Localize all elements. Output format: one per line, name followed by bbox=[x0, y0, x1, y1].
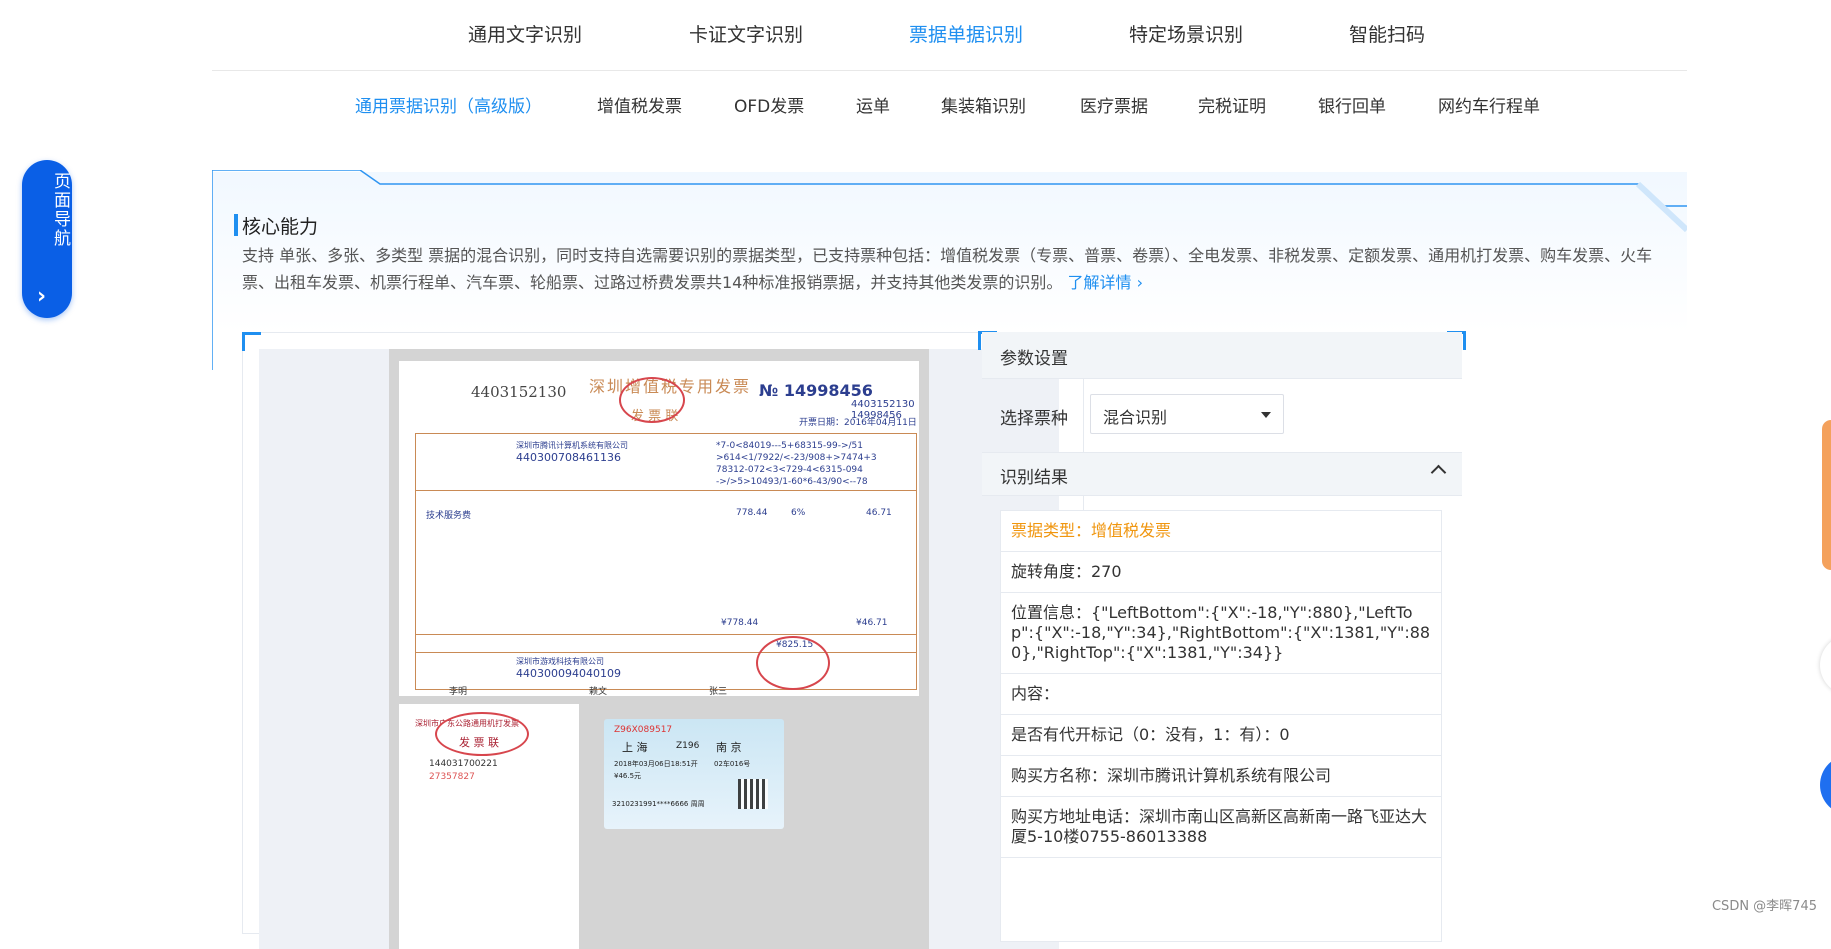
qr-code-icon bbox=[738, 779, 768, 809]
item-tax: 46.71 bbox=[866, 508, 892, 518]
learn-more-link[interactable]: 了解详情 › bbox=[1067, 273, 1143, 292]
result-header[interactable]: 识别结果 bbox=[982, 452, 1462, 496]
subtab-medical[interactable]: 医疗票据 bbox=[1080, 92, 1148, 117]
parameter-panel: 参数设置 选择票种 混合识别 识别结果 票据类型：增值税发票 旋转角度：270 … bbox=[978, 331, 1466, 942]
oval-stamp bbox=[619, 377, 685, 423]
side-widget-white[interactable] bbox=[1820, 635, 1831, 695]
drawer: 张三 bbox=[709, 687, 728, 697]
invoice-date: 开票日期：2016年04月11日 bbox=[799, 418, 917, 428]
subtab-ofd-invoice[interactable]: OFD发票 bbox=[734, 92, 804, 117]
tab-bill-ocr[interactable]: 票据单据识别 bbox=[909, 20, 1023, 47]
tab-card-ocr[interactable]: 卡证文字识别 bbox=[689, 20, 803, 47]
watermark: CSDN @李晖745 bbox=[1711, 899, 1817, 914]
section-title: 核心能力 bbox=[234, 212, 318, 239]
section-description: 支持 单张、多张、多类型 票据的混合识别，同时支持自选需要识别的票据类型，已支持… bbox=[242, 246, 1653, 292]
side-widget-blue[interactable] bbox=[1820, 755, 1831, 815]
chevron-up-icon[interactable] bbox=[1430, 464, 1447, 481]
highway-receipt-image: 深圳市广东公路通用机打发票 发 票 联 144031700221 2735782… bbox=[399, 704, 579, 949]
title-accent-bar bbox=[234, 214, 238, 236]
reviewer: 赖文 bbox=[589, 687, 608, 697]
parameter-header: 参数设置 bbox=[982, 332, 1462, 379]
invoice-number: № 14998456 bbox=[759, 381, 873, 400]
result-rotation: 旋转角度：270 bbox=[1001, 552, 1441, 593]
item-tax-rate: 6% bbox=[791, 508, 806, 518]
result-content: 内容： bbox=[1001, 674, 1441, 715]
payee: 李明 bbox=[449, 687, 468, 697]
caret-down-icon bbox=[1261, 412, 1271, 418]
tab-scene-ocr[interactable]: 特定场景识别 bbox=[1129, 20, 1243, 47]
seller-info: 深圳市游戏科技有限公司 440300094040109 bbox=[516, 657, 621, 680]
result-position: 位置信息：{"LeftBottom":{"X":-18,"Y":880},"Le… bbox=[1001, 593, 1441, 674]
subtab-ride-itinerary[interactable]: 网约车行程单 bbox=[1438, 92, 1540, 117]
sample-image-area: 4403152130 深圳增值税专用发票 发 票 联 № 14998456 44… bbox=[259, 349, 1059, 949]
subtab-vat-invoice[interactable]: 增值税发票 bbox=[597, 92, 682, 117]
page-nav-button[interactable]: 页面导航 › bbox=[22, 160, 72, 318]
invoice-code: 4403152130 bbox=[471, 383, 567, 401]
top-tab-bar: 通用文字识别 卡证文字识别 票据单据识别 特定场景识别 智能扫码 bbox=[0, 0, 1831, 70]
subtab-waybill[interactable]: 运单 bbox=[856, 92, 890, 117]
total-amount: ¥778.44 bbox=[721, 618, 759, 628]
result-proxy-flag: 是否有代开标记（0：没有，1：有）：0 bbox=[1001, 715, 1441, 756]
result-buyer-address: 购买方地址电话：深圳市南山区高新区高新南一路飞亚达大厦5-10楼0755-860… bbox=[1001, 797, 1441, 858]
buyer-info: 深圳市腾讯计算机系统有限公司 440300708461136 bbox=[516, 441, 628, 464]
subtab-bank-receipt[interactable]: 银行回单 bbox=[1318, 92, 1386, 117]
chevron-right-icon: › bbox=[37, 284, 47, 309]
item-name: 技术服务费 bbox=[426, 511, 472, 521]
result-bill-type: 票据类型：增值税发票 bbox=[1001, 511, 1441, 552]
sample-image-panel[interactable]: 4403152130 深圳增值税专用发票 发 票 联 № 14998456 44… bbox=[242, 332, 1084, 949]
core-capability-section: 核心能力 支持 单张、多张、多类型 票据的混合识别，同时支持自选需要识别的票据类… bbox=[212, 170, 1687, 949]
page-nav-label: 页面导航 bbox=[50, 172, 70, 248]
total-tax: ¥46.71 bbox=[856, 618, 888, 628]
invoice-table: 深圳市腾讯计算机系统有限公司 440300708461136 *7-0<8401… bbox=[415, 433, 917, 690]
train-ticket-image: Z96X089517 上 海 Z196 南 京 2018年03月06日18:51… bbox=[604, 719, 784, 829]
subtab-container[interactable]: 集装箱识别 bbox=[941, 92, 1026, 117]
vat-invoice-image: 4403152130 深圳增值税专用发票 发 票 联 № 14998456 44… bbox=[399, 361, 919, 697]
tab-general-ocr[interactable]: 通用文字识别 bbox=[468, 20, 582, 47]
sub-tab-bar: 通用票据识别（高级版） 增值税发票 OFD发票 运单 集装箱识别 医疗票据 完税… bbox=[0, 72, 1831, 132]
crypto-area: *7-0<84019---5+68315-99->/51 >614<1/7922… bbox=[716, 441, 877, 487]
ticket-type-select[interactable]: 混合识别 bbox=[1090, 394, 1284, 434]
ticket-type-label: 选择票种 bbox=[1000, 409, 1068, 429]
result-list: 票据类型：增值税发票 旋转角度：270 位置信息：{"LeftBottom":{… bbox=[1000, 510, 1442, 942]
subtab-tax-cert[interactable]: 完税证明 bbox=[1198, 92, 1266, 117]
side-widget-orange[interactable] bbox=[1822, 420, 1831, 570]
result-buyer-name: 购买方名称：深圳市腾讯计算机系统有限公司 bbox=[1001, 756, 1441, 797]
item-amount: 778.44 bbox=[736, 508, 768, 518]
round-stamp bbox=[756, 636, 830, 690]
subtab-general-bill[interactable]: 通用票据识别（高级版） bbox=[355, 92, 542, 117]
tab-smart-scan[interactable]: 智能扫码 bbox=[1349, 20, 1425, 47]
top-divider bbox=[212, 70, 1687, 71]
